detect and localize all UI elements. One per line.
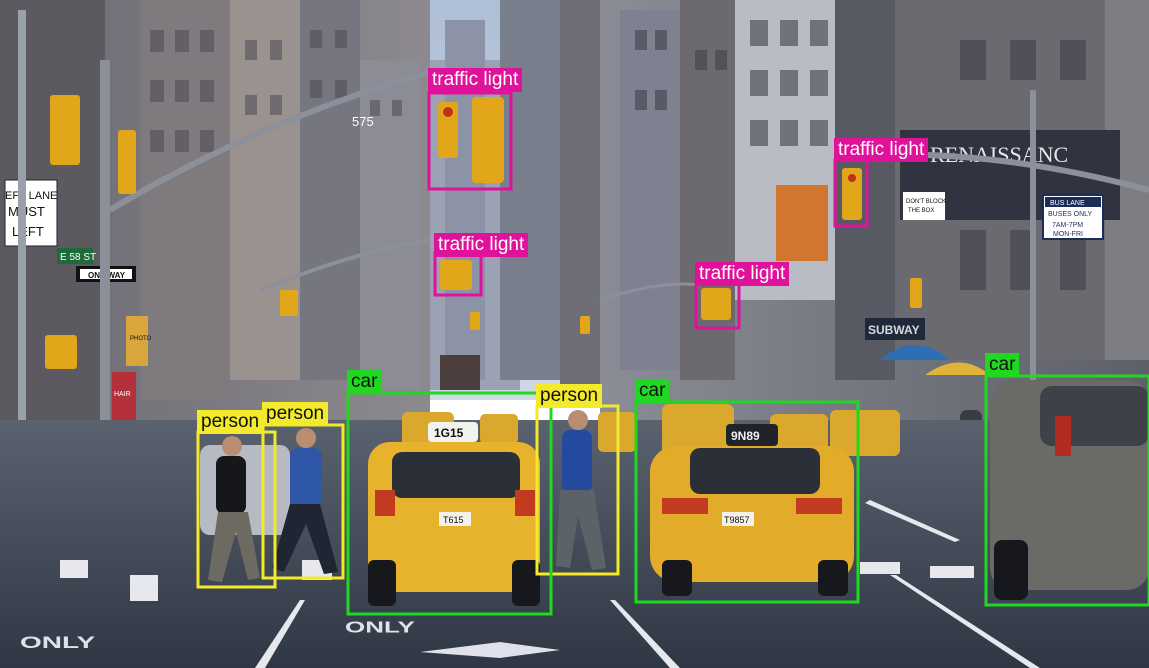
banner xyxy=(776,185,828,261)
label-car-2: car xyxy=(635,379,670,403)
svg-text:EFT LANE: EFT LANE xyxy=(5,190,57,202)
subway-sign: SUBWAY xyxy=(868,323,920,337)
label-traffic-light-2: traffic light xyxy=(434,233,529,257)
road-text-right: ONLY xyxy=(345,619,415,636)
label-traffic-light-3: traffic light xyxy=(834,138,929,162)
dont-block-sign xyxy=(903,192,945,220)
van xyxy=(990,380,1149,600)
svg-text:1G15: 1G15 xyxy=(434,426,464,440)
svg-text:7AM-7PM: 7AM-7PM xyxy=(1052,222,1083,229)
svg-text:HAIR: HAIR xyxy=(114,391,131,398)
label-person-2: person xyxy=(262,402,329,426)
svg-text:MON-FRI: MON-FRI xyxy=(1053,231,1083,238)
svg-text:MUST: MUST xyxy=(8,204,45,219)
label-car-1: car xyxy=(347,370,382,394)
label-person-3: person xyxy=(536,384,603,408)
annotated-street-photo: 575 RENAISSANC SUBWAY BUS LANE BUSES ONL… xyxy=(0,0,1149,668)
svg-text:THE BOX: THE BOX xyxy=(908,208,934,214)
svg-text:BUS LANE: BUS LANE xyxy=(1050,200,1085,207)
svg-text:T9857: T9857 xyxy=(724,515,750,525)
label-person-1: person xyxy=(197,410,264,434)
taxi-left: 1G15 T615 xyxy=(368,422,540,606)
road-text-left: ONLY xyxy=(20,633,96,652)
svg-text:T615: T615 xyxy=(443,515,464,525)
svg-text:9N89: 9N89 xyxy=(731,429,760,443)
building-number: 575 xyxy=(352,114,374,129)
svg-text:PHOTO: PHOTO xyxy=(130,336,152,342)
street-scene: 575 RENAISSANC SUBWAY BUS LANE BUSES ONL… xyxy=(0,0,1149,668)
taxi-right: 9N89 T9857 xyxy=(650,424,854,596)
svg-text:DON'T BLOCK: DON'T BLOCK xyxy=(906,199,946,205)
svg-text:E 58 ST: E 58 ST xyxy=(60,252,96,263)
label-traffic-light-1: traffic light xyxy=(428,68,523,92)
label-car-3: car xyxy=(985,353,1020,377)
svg-text:LEFT: LEFT xyxy=(12,224,44,239)
label-traffic-light-4: traffic light xyxy=(695,262,790,286)
svg-text:BUSES ONLY: BUSES ONLY xyxy=(1048,211,1093,218)
